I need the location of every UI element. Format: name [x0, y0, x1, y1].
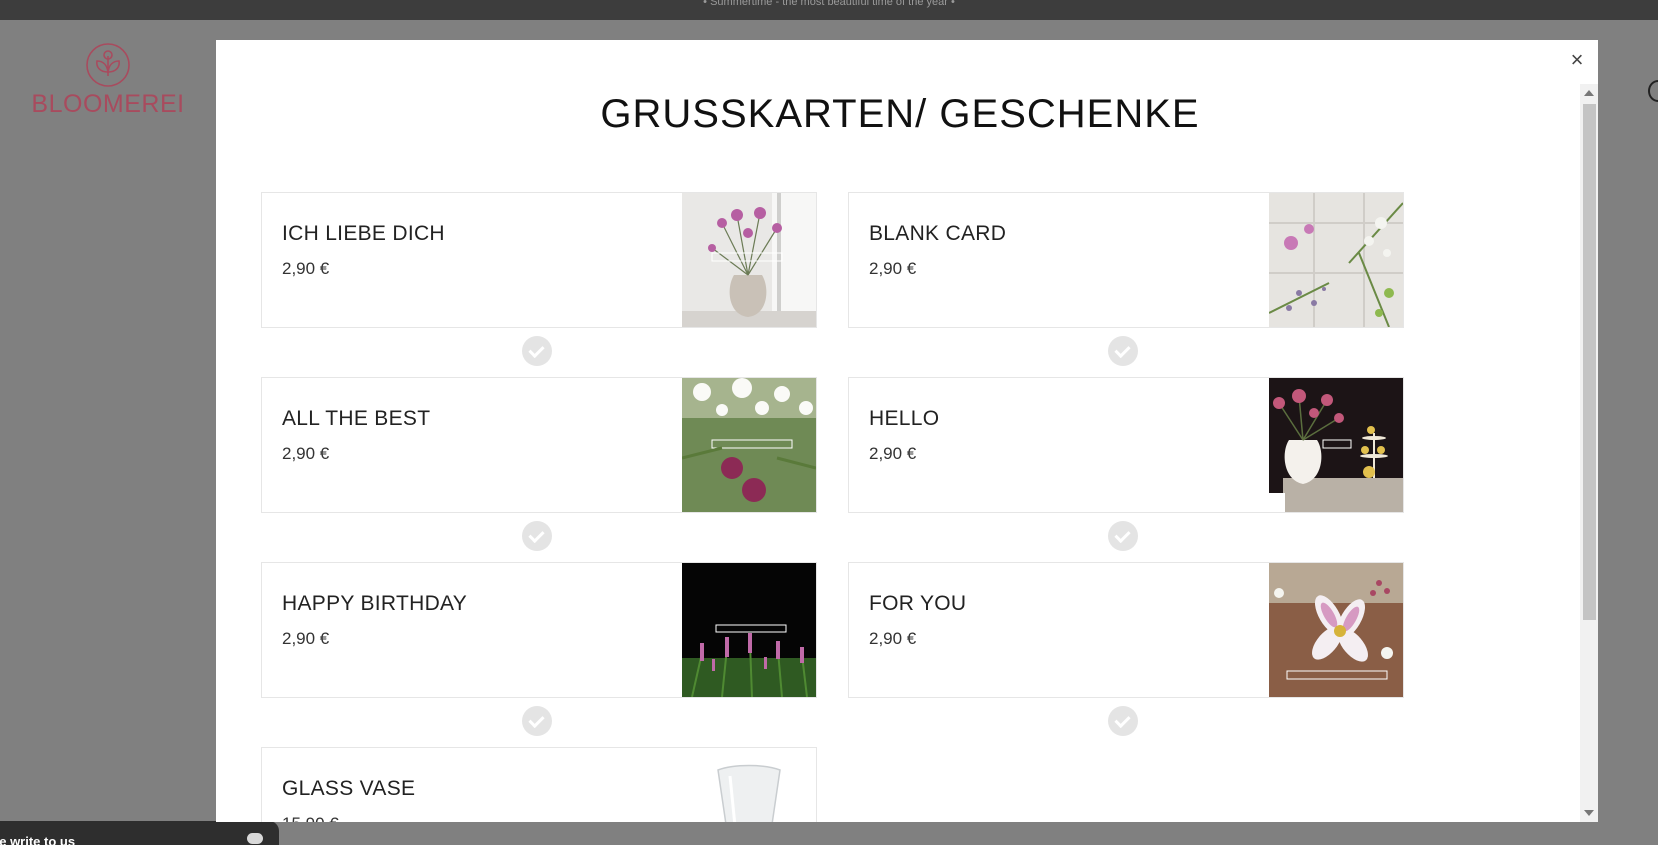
scroll-thumb[interactable] [1583, 104, 1596, 620]
product-image [682, 193, 816, 327]
brand-name: BLOOMEREI [31, 90, 185, 118]
select-check-icon[interactable] [1108, 336, 1138, 366]
brand-logo[interactable]: BLOOMEREI [26, 42, 190, 119]
product-price: 2,90 € [282, 629, 330, 648]
product-price: 2,90 € [869, 629, 917, 648]
product-image [682, 748, 816, 822]
announcement-text: • Summertime - the most beautiful time o… [703, 0, 955, 8]
select-check-icon[interactable] [1108, 521, 1138, 551]
close-icon[interactable]: × [1566, 49, 1588, 72]
modal-title: GRUSSKARTEN/ GESCHENKE [600, 92, 1200, 136]
product-image [1269, 193, 1403, 327]
product-card[interactable]: BLANK CARD 2,90 € [848, 192, 1404, 328]
product-name: HELLO [869, 407, 940, 430]
chat-label: se write to us [0, 834, 76, 845]
select-check-icon[interactable] [1108, 706, 1138, 736]
product-name: BLANK CARD [869, 222, 1007, 245]
product-image [682, 563, 816, 697]
product-price: 2,90 € [869, 259, 917, 278]
product-price: 2,90 € [282, 259, 330, 278]
product-card[interactable]: FOR YOU 2,90 € [848, 562, 1404, 698]
product-card[interactable]: ALL THE BEST 2,90 € [261, 377, 817, 513]
product-image [1269, 563, 1403, 697]
scroll-up-icon[interactable] [1584, 90, 1594, 96]
product-price: 2,90 € [282, 444, 330, 463]
product-name: ICH LIEBE DICH [282, 222, 445, 245]
product-price: 2,90 € [869, 444, 917, 463]
product-card[interactable]: GLASS VASE 15,90 € [261, 747, 817, 822]
product-card[interactable]: ICH LIEBE DICH 2,90 € [261, 192, 817, 328]
chat-bubble-icon [247, 833, 263, 844]
flower-logo-icon [85, 42, 131, 88]
chat-widget[interactable]: se write to us [0, 821, 279, 845]
product-name: GLASS VASE [282, 777, 416, 800]
select-check-icon[interactable] [522, 706, 552, 736]
scroll-down-icon[interactable] [1584, 810, 1594, 816]
product-image [1269, 378, 1403, 512]
product-card[interactable]: HELLO 2,90 € [848, 377, 1404, 513]
gift-modal: × GRUSSKARTEN/ GESCHENKE ICH LIEBE DICH … [216, 40, 1598, 822]
announcement-bar: • Summertime - the most beautiful time o… [0, 0, 1658, 20]
select-check-icon[interactable] [522, 521, 552, 551]
product-name: FOR YOU [869, 592, 967, 615]
product-image [682, 378, 816, 512]
product-name: HAPPY BIRTHDAY [282, 592, 468, 615]
modal-scrollbar[interactable] [1580, 84, 1598, 822]
product-name: ALL THE BEST [282, 407, 431, 430]
product-price: 15,90 € [282, 814, 339, 822]
select-check-icon[interactable] [522, 336, 552, 366]
product-card[interactable]: HAPPY BIRTHDAY 2,90 € [261, 562, 817, 698]
